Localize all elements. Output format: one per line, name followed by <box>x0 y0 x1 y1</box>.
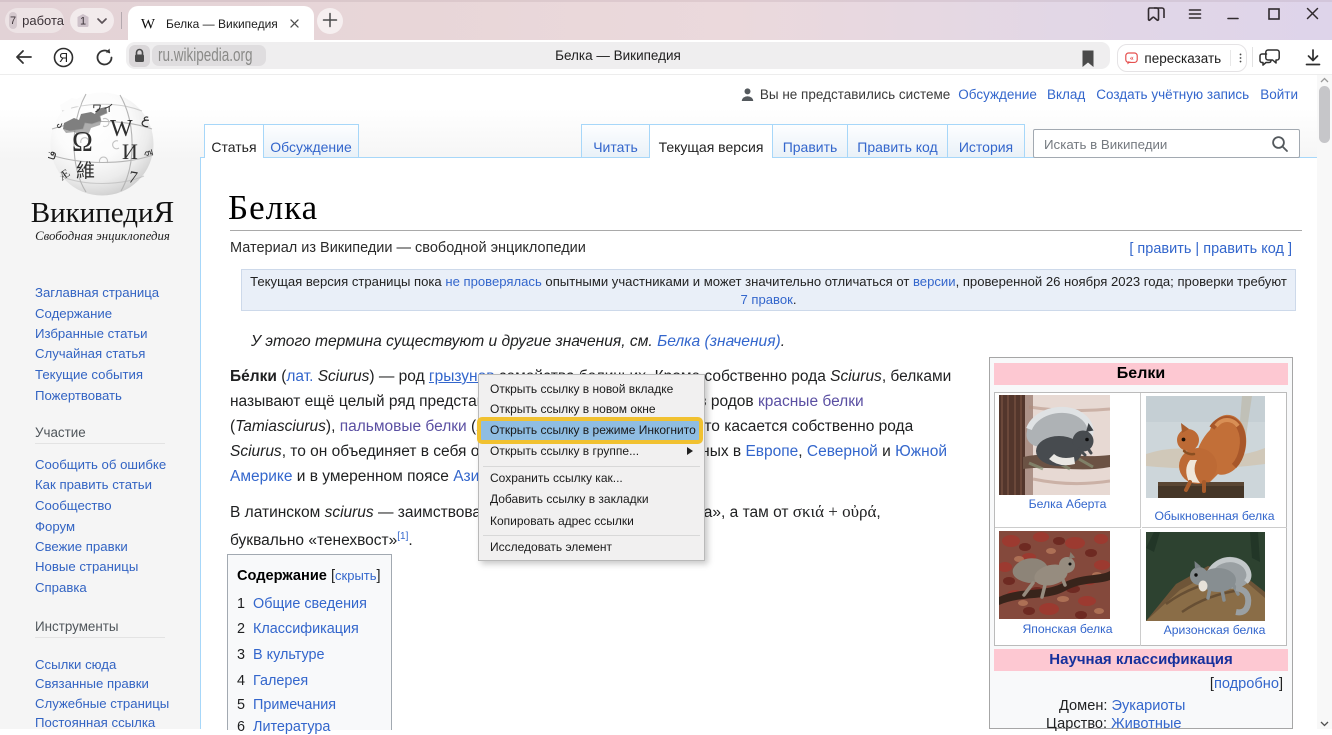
svg-text:1: 1 <box>80 16 86 28</box>
svg-text:И: И <box>122 139 138 164</box>
svg-text:«: « <box>1130 53 1134 62</box>
svg-text:ヮィ: ヮィ <box>91 100 115 114</box>
svg-text:Я: Я <box>59 51 68 65</box>
svg-text:Ω: Ω <box>72 127 93 158</box>
svg-text:W: W <box>141 17 156 33</box>
svg-text:維: 維 <box>76 160 95 182</box>
